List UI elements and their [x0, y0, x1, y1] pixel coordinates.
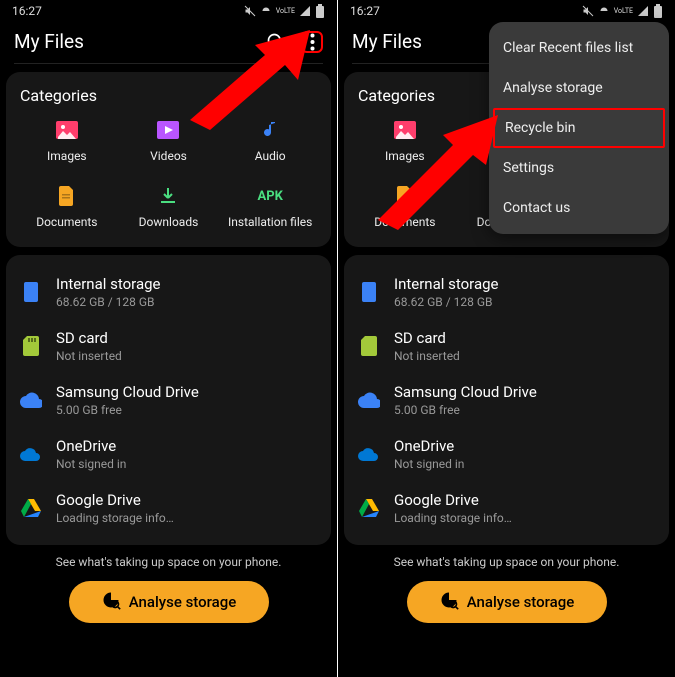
- status-time: 16:27: [12, 4, 42, 18]
- analyse-icon: [101, 590, 121, 614]
- storage-samsung-cloud[interactable]: Samsung Cloud Drive 5.00 GB free: [20, 373, 317, 427]
- document-icon: [59, 185, 75, 207]
- onedrive-icon: [358, 443, 380, 465]
- status-icons: VoLTE: [244, 4, 325, 18]
- image-icon: [394, 119, 416, 141]
- storage-google-drive[interactable]: Google Drive Loading storage info…: [20, 481, 317, 535]
- storage-internal[interactable]: Internal storage68.62 GB / 128 GB: [358, 265, 655, 319]
- status-bar: 16:27 VoLTE: [0, 0, 337, 22]
- more-options-icon[interactable]: [301, 31, 323, 53]
- storage-onedrive[interactable]: OneDrive Not signed in: [20, 427, 317, 481]
- storage-onedrive[interactable]: OneDriveNot signed in: [358, 427, 655, 481]
- storage-google-drive[interactable]: Google DriveLoading storage info…: [358, 481, 655, 535]
- category-images[interactable]: Images: [354, 119, 456, 163]
- category-videos[interactable]: Videos: [118, 119, 220, 163]
- menu-recycle-bin[interactable]: Recycle bin: [493, 108, 665, 148]
- analyse-icon: [439, 590, 459, 614]
- category-images[interactable]: Images: [16, 119, 118, 163]
- storage-sdcard[interactable]: SD cardNot inserted: [358, 319, 655, 373]
- sdcard-icon: [358, 335, 380, 357]
- storage-samsung-cloud[interactable]: Samsung Cloud Drive5.00 GB free: [358, 373, 655, 427]
- category-installation-files[interactable]: APK Installation files: [219, 185, 321, 229]
- category-audio[interactable]: Audio: [219, 119, 321, 163]
- app-header: My Files: [0, 22, 337, 63]
- page-title: My Files: [352, 30, 422, 53]
- google-drive-icon: [358, 497, 380, 519]
- video-icon: [157, 119, 179, 141]
- space-hint: See what's taking up space on your phone…: [338, 555, 675, 569]
- categories-card: Categories Images Videos Audio: [6, 72, 331, 247]
- phone-storage-icon: [358, 281, 380, 303]
- page-title: My Files: [14, 30, 84, 53]
- categories-title: Categories: [16, 86, 321, 105]
- phone-screen-right: 16:27 VoLTE My Files Categories Images: [338, 0, 675, 677]
- status-icons: VoLTE: [582, 4, 663, 18]
- phone-screen-left: 16:27 VoLTE My Files Categories: [0, 0, 337, 677]
- analyse-storage-button[interactable]: Analyse storage: [69, 581, 269, 623]
- onedrive-icon: [20, 443, 42, 465]
- storage-sdcard[interactable]: SD card Not inserted: [20, 319, 317, 373]
- category-documents[interactable]: Documents: [16, 185, 118, 229]
- space-hint: See what's taking up space on your phone…: [0, 555, 337, 569]
- menu-contact-us[interactable]: Contact us: [489, 188, 669, 228]
- menu-clear-recent[interactable]: Clear Recent files list: [489, 28, 669, 68]
- divider: [14, 63, 323, 64]
- storage-card: Internal storage 68.62 GB / 128 GB SD ca…: [6, 255, 331, 545]
- google-drive-icon: [20, 497, 42, 519]
- menu-settings[interactable]: Settings: [489, 148, 669, 188]
- status-time: 16:27: [350, 4, 380, 18]
- header-actions: [265, 31, 323, 53]
- status-bar: 16:27 VoLTE: [338, 0, 675, 22]
- apk-icon: APK: [257, 185, 282, 207]
- download-icon: [158, 185, 178, 207]
- category-downloads[interactable]: Downloads: [118, 185, 220, 229]
- category-documents[interactable]: Documents: [354, 185, 456, 229]
- document-icon: [397, 185, 413, 207]
- storage-card: Internal storage68.62 GB / 128 GB SD car…: [344, 255, 669, 545]
- samsung-cloud-icon: [358, 389, 380, 411]
- sdcard-icon: [20, 335, 42, 357]
- phone-storage-icon: [20, 281, 42, 303]
- storage-internal[interactable]: Internal storage 68.62 GB / 128 GB: [20, 265, 317, 319]
- image-icon: [56, 119, 78, 141]
- audio-icon: [261, 119, 279, 141]
- analyse-storage-button[interactable]: Analyse storage: [407, 581, 607, 623]
- menu-analyse-storage[interactable]: Analyse storage: [489, 68, 669, 108]
- more-options-menu: Clear Recent files list Analyse storage …: [489, 22, 669, 234]
- samsung-cloud-icon: [20, 389, 42, 411]
- search-icon[interactable]: [265, 31, 287, 53]
